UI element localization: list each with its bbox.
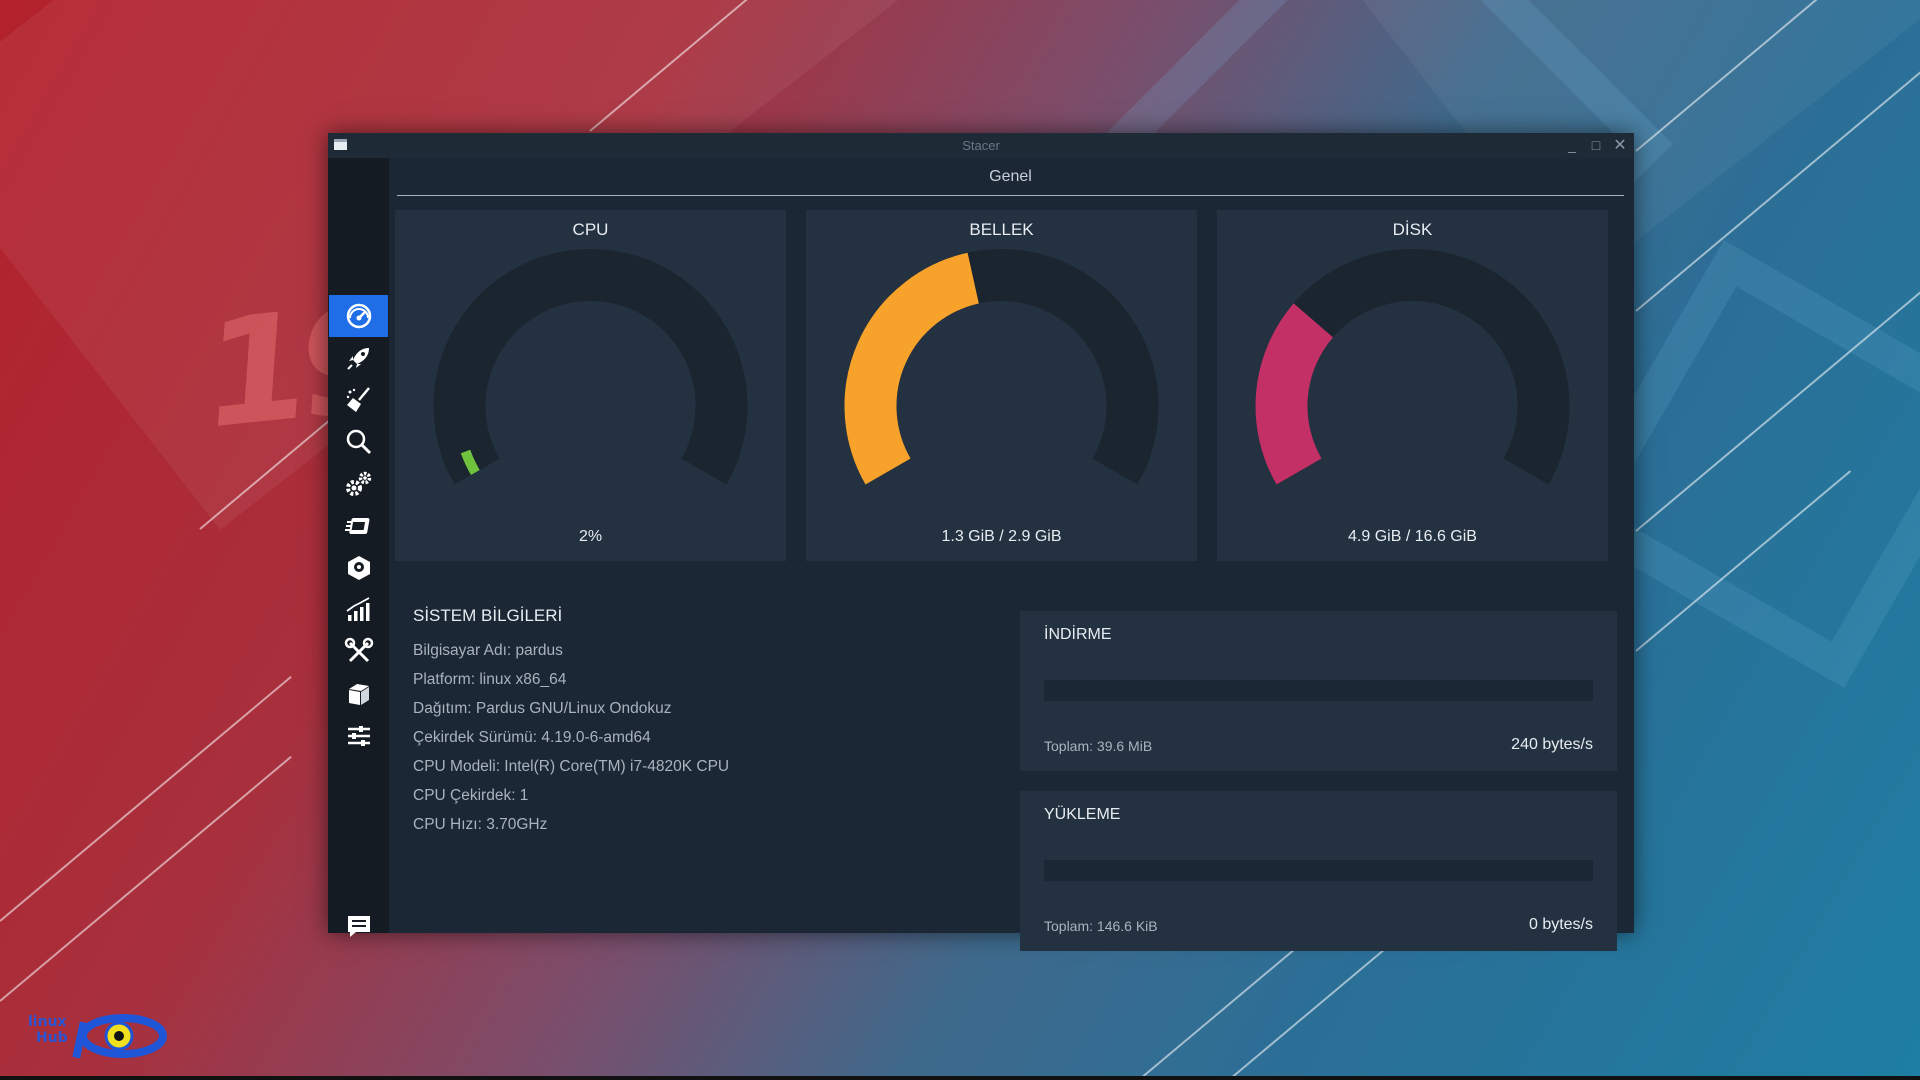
tools-icon (344, 637, 373, 663)
window-title: Stacer (962, 138, 1000, 153)
uninstaller-icon (347, 556, 370, 580)
memory-gauge (844, 249, 1159, 485)
download-total: Toplam: 39.6 MiB (1044, 738, 1153, 754)
upload-title: YÜKLEME (1044, 806, 1121, 823)
sidebar-item-startup[interactable] (329, 337, 388, 379)
system-info-title: SİSTEM BİLGİLERİ (413, 606, 563, 625)
processes-icon (344, 518, 369, 534)
cpu-gauge (433, 249, 748, 485)
linuxhub-logo: linux Hub (28, 1006, 168, 1066)
gauge-track (433, 249, 748, 485)
gauge-track (1255, 249, 1570, 485)
search-icon (346, 429, 371, 455)
disk-gauge-title: DİSK (1392, 220, 1433, 239)
download-title: İNDİRME (1044, 626, 1112, 643)
system-info-cpu-speed: CPU Hızı: 3.70GHz (413, 816, 548, 833)
sidebar-item-tools[interactable] (329, 631, 388, 673)
cpu-gauge-value: 2% (578, 528, 603, 545)
sidebar-item-uninstaller[interactable] (329, 547, 388, 589)
close-button[interactable]: ✕ (1610, 133, 1630, 158)
rocket-icon (346, 348, 369, 370)
download-progress-bar (1044, 680, 1593, 701)
upload-progress-bar (1044, 860, 1593, 881)
system-info-platform: Platform: linux x86_64 (413, 671, 567, 688)
dashboard-content: Genel CPU 2% BELLEK 1.3 GiB / 2.9 GiB Dİ… (389, 158, 1634, 951)
sidebar-item-cleaner[interactable] (329, 379, 388, 421)
page-title: Genel (397, 158, 1624, 196)
system-info-cpu-model: CPU Modeli: Intel(R) Core(TM) i7-4820K C… (413, 758, 730, 775)
system-info-cpu-cores: CPU Çekirdek: 1 (413, 787, 529, 804)
memory-gauge-title: BELLEK (969, 220, 1034, 239)
settings-sliders-icon (347, 726, 370, 746)
memory-gauge-card: BELLEK 1.3 GiB / 2.9 GiB (806, 210, 1197, 561)
download-card: İNDİRME Toplam: 39.6 MiB 240 bytes/s (1020, 611, 1617, 771)
system-info-kernel: Çekirdek Sürümü: 4.19.0-6-amd64 (413, 729, 651, 746)
sidebar-item-packages[interactable] (329, 673, 388, 715)
sidebar-item-search[interactable] (329, 421, 388, 463)
dashboard-icon (346, 303, 371, 329)
upload-total: Toplam: 146.6 KiB (1044, 918, 1158, 934)
disk-gauge (1255, 249, 1570, 485)
gears-icon (345, 471, 371, 496)
taskbar-edge (0, 1076, 1920, 1080)
sidebar-item-feedback[interactable] (329, 905, 388, 947)
cpu-gauge-card: CPU 2% (395, 210, 786, 561)
disk-gauge-card: DİSK 4.9 GiB / 16.6 GiB (1217, 210, 1608, 561)
memory-gauge-value: 1.3 GiB / 2.9 GiB (941, 528, 1062, 545)
sidebar-item-processes[interactable] (329, 505, 388, 547)
stacer-window: Stacer _ □ ✕ Genel CPU 2% BELLEK 1.3 GiB… (328, 133, 1634, 951)
system-info-distribution: Dağıtım: Pardus GNU/Linux Ondokuz (413, 700, 672, 717)
sidebar-item-resources[interactable] (329, 589, 388, 631)
packages-icon (348, 684, 369, 705)
broom-icon (346, 387, 370, 412)
feedback-icon (347, 916, 370, 937)
resources-chart-icon (345, 597, 369, 621)
app-window-icon (334, 139, 347, 150)
gauge-fill (1255, 303, 1334, 485)
upload-speed: 0 bytes/s (1528, 916, 1593, 933)
cpu-gauge-title: CPU (572, 220, 609, 239)
title-bar[interactable]: Stacer _ □ ✕ (328, 133, 1634, 158)
sidebar-item-settings[interactable] (329, 715, 388, 757)
eye-logo-icon (72, 1014, 167, 1059)
gauge-fill (844, 252, 980, 485)
minimize-button[interactable]: _ (1562, 133, 1582, 158)
disk-gauge-value: 4.9 GiB / 16.6 GiB (1348, 528, 1477, 545)
system-info-hostname: Bilgisayar Adı: pardus (413, 642, 563, 659)
download-speed: 240 bytes/s (1511, 736, 1593, 753)
maximize-button[interactable]: □ (1586, 133, 1606, 158)
system-info-panel: SİSTEM BİLGİLERİ Bilgisayar Adı: pardus … (413, 606, 913, 839)
sidebar (328, 158, 389, 937)
sidebar-item-dashboard[interactable] (329, 295, 388, 337)
upload-card: YÜKLEME Toplam: 146.6 KiB 0 bytes/s (1020, 791, 1617, 951)
sidebar-item-services[interactable] (329, 463, 388, 505)
